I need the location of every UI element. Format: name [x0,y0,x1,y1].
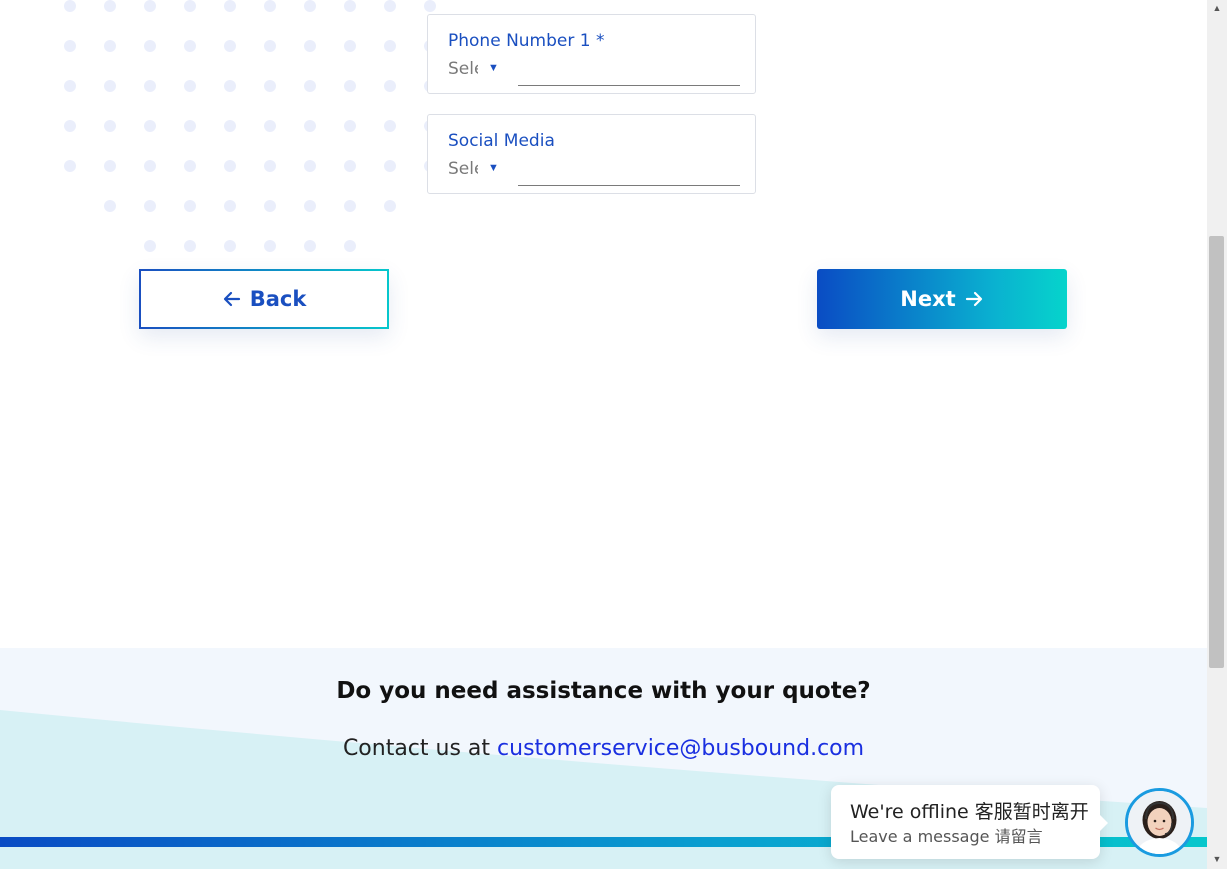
decorative-dot [64,160,76,172]
support-agent-avatar[interactable] [1125,788,1194,857]
decorative-dot [424,0,436,12]
decorative-dot [144,120,156,132]
chat-offline-bubble[interactable]: We're offline 客服暂时离开 Leave a message 请留言 [831,785,1108,859]
decorative-dot [184,80,196,92]
decorative-dot [64,0,76,12]
decorative-dot [264,120,276,132]
arrow-left-icon [222,289,242,309]
decorative-dot [64,120,76,132]
decorative-dot [344,40,356,52]
decorative-dot [224,80,236,92]
decorative-dot [224,120,236,132]
next-button[interactable]: Next [817,269,1067,329]
social-media-label: Social Media [448,131,555,151]
decorative-dot [64,40,76,52]
phone-number-field: Phone Number 1 * Select ▼ [427,14,756,94]
decorative-dot-pattern [0,0,470,270]
decorative-dot [384,0,396,12]
caret-down-icon[interactable]: ▼ [488,162,499,174]
decorative-dot [264,40,276,52]
decorative-dot [344,80,356,92]
decorative-dot [304,40,316,52]
phone-number-label: Phone Number 1 * [448,31,605,51]
decorative-dot [104,120,116,132]
decorative-dot [344,200,356,212]
decorative-dot [384,120,396,132]
page-scrollbar[interactable]: ▲ ▼ [1207,0,1227,869]
back-button[interactable]: Back [139,269,389,329]
contact-email-link[interactable]: customerservice@busbound.com [497,736,864,761]
decorative-dot [264,80,276,92]
decorative-dot [344,120,356,132]
decorative-dot [224,40,236,52]
contact-line: Contact us at customerservice@busbound.c… [0,736,1207,761]
decorative-dot [384,40,396,52]
decorative-dot [264,240,276,252]
scrollbar-thumb[interactable] [1209,236,1224,668]
social-media-select[interactable]: Select [448,159,478,179]
decorative-dot [184,40,196,52]
decorative-dot [224,240,236,252]
dot-grid [64,0,436,252]
decorative-dot [384,200,396,212]
decorative-dot [184,200,196,212]
decorative-dot [224,160,236,172]
decorative-dot [144,80,156,92]
decorative-dot [144,0,156,12]
decorative-dot [104,0,116,12]
chat-status-text: We're offline 客服暂时离开 [850,801,1089,823]
decorative-dot [64,80,76,92]
decorative-dot [144,160,156,172]
decorative-dot [264,200,276,212]
decorative-dot [384,80,396,92]
decorative-dot [224,200,236,212]
decorative-dot [344,0,356,12]
decorative-dot [384,160,396,172]
decorative-dot [304,120,316,132]
decorative-dot [344,240,356,252]
decorative-dot [304,200,316,212]
social-media-field: Social Media Select ▼ [427,114,756,194]
phone-country-select[interactable]: Select [448,59,478,79]
decorative-dot [144,40,156,52]
decorative-dot [184,120,196,132]
decorative-dot [184,0,196,12]
assistance-heading: Do you need assistance with your quote? [336,678,871,704]
back-button-label: Back [249,287,307,311]
decorative-dot [304,240,316,252]
decorative-dot [104,160,116,172]
decorative-dot [184,240,196,252]
decorative-dot [264,0,276,12]
decorative-dot [184,160,196,172]
phone-number-input[interactable] [518,85,740,86]
social-media-input[interactable] [518,185,740,186]
decorative-dot [144,240,156,252]
decorative-dot [104,200,116,212]
decorative-dot [304,80,316,92]
scroll-down-icon[interactable]: ▼ [1211,853,1223,865]
decorative-dot [224,0,236,12]
arrow-right-icon [964,289,984,309]
contact-prefix: Contact us at [342,736,491,761]
chat-leave-message-text: Leave a message 请留言 [850,827,1043,846]
decorative-dot [104,80,116,92]
decorative-dot [304,160,316,172]
decorative-dot [104,40,116,52]
decorative-dot [304,0,316,12]
decorative-dot [344,160,356,172]
next-button-label: Next [900,287,956,311]
decorative-dot [264,160,276,172]
agent-portrait-icon [1128,791,1191,854]
scroll-up-icon[interactable]: ▲ [1211,2,1223,14]
decorative-dot [144,200,156,212]
caret-down-icon[interactable]: ▼ [488,62,499,74]
